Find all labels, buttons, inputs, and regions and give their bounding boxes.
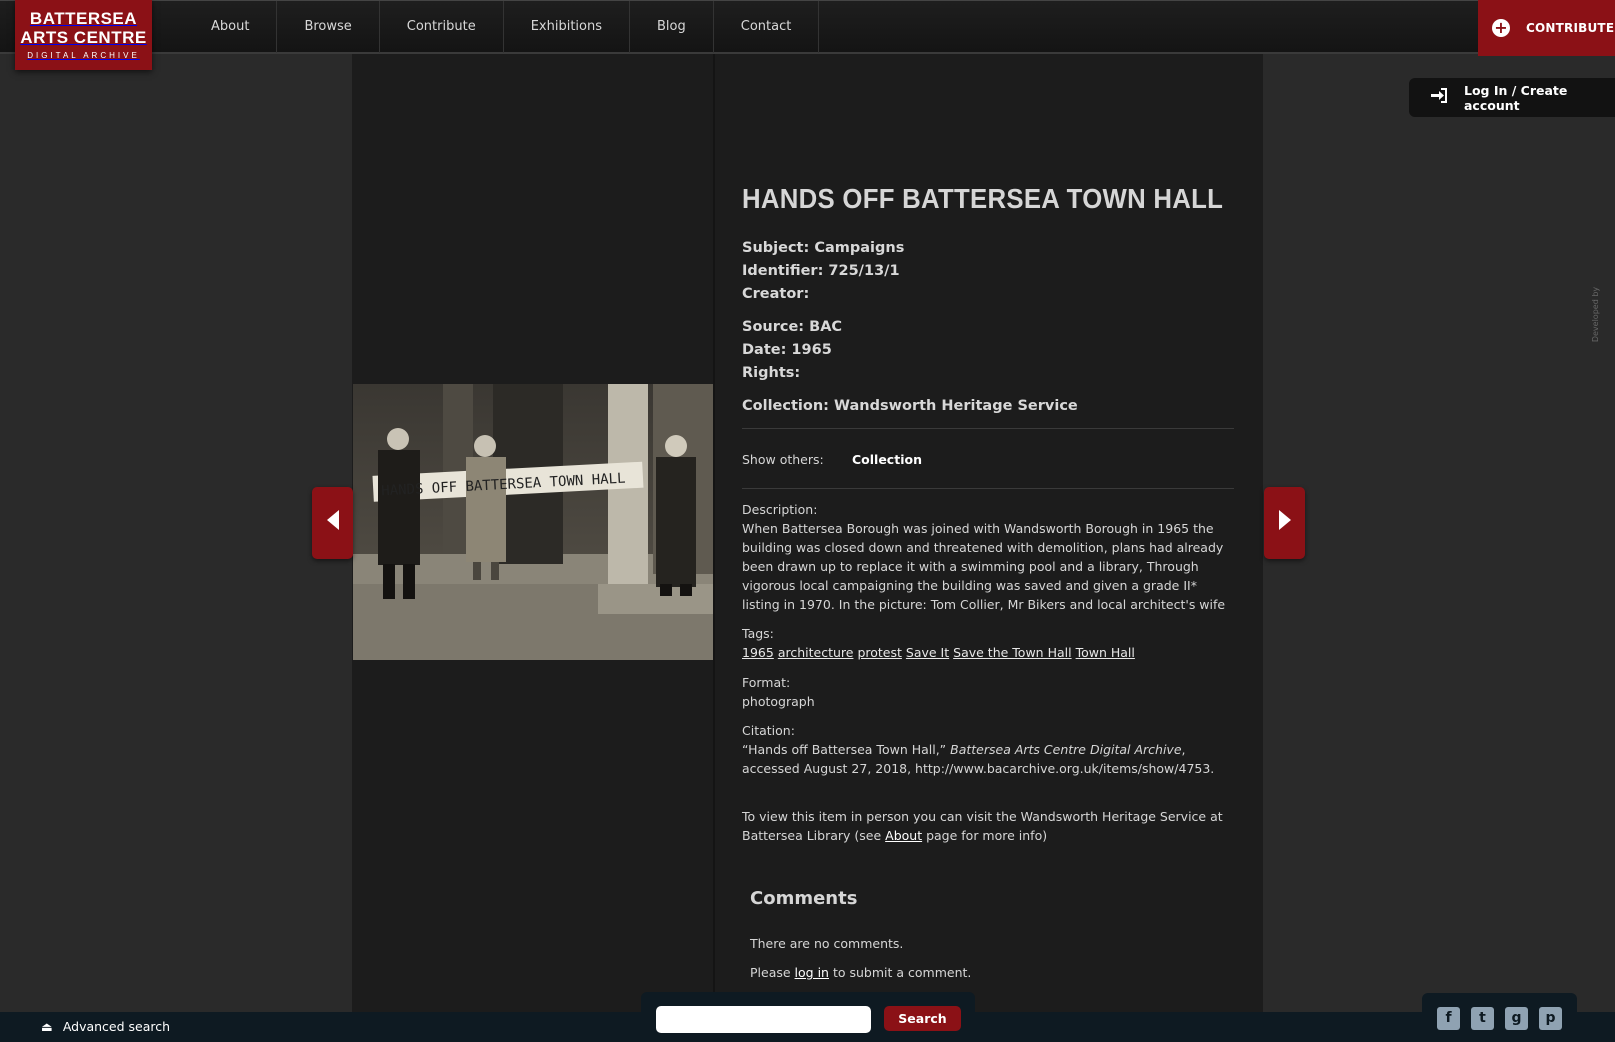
login-pre: Please [750, 965, 795, 980]
tag-link[interactable]: Save It [906, 645, 949, 660]
show-others-collection-link[interactable]: Collection [852, 450, 922, 469]
meta-identifier: Identifier: 725/13/1 [742, 263, 900, 279]
logo-line-3: DIGITAL ARCHIVE [27, 51, 140, 60]
divider [742, 428, 1234, 429]
visit-post: page for more info) [922, 828, 1048, 843]
facebook-icon[interactable]: f [1437, 1007, 1460, 1030]
google-plus-icon[interactable]: g [1505, 1007, 1528, 1030]
citation-text: “Hands off Battersea Town Hall,” Batters… [742, 740, 1234, 778]
meta-collection: Collection: Wandsworth Heritage Service [742, 398, 1078, 414]
meta-date: Date: 1965 [742, 342, 832, 358]
nav-browse[interactable]: Browse [277, 1, 380, 53]
tag-link[interactable]: protest [857, 645, 901, 660]
item-photograph[interactable]: HANDS OFF BATTERSEA TOWN HALL [353, 384, 713, 660]
show-others-label: Show others: [742, 452, 824, 467]
comments-heading: Comments [750, 888, 858, 909]
nav-exhibitions[interactable]: Exhibitions [504, 1, 630, 53]
login-label: Log In / Create account [1464, 82, 1568, 113]
item-title: HANDS OFF BATTERSEA TOWN HALL [742, 183, 1224, 214]
description-label: Description: [742, 502, 818, 517]
visit-info: To view this item in person you can visi… [742, 807, 1234, 845]
nav-contact[interactable]: Contact [714, 1, 820, 53]
tag-list: 1965 architecture protest Save It Save the T… [742, 643, 1139, 662]
no-comments-text: There are no comments. [750, 936, 904, 951]
login-post: to submit a comment. [828, 965, 972, 980]
eject-icon: ⏏ [41, 1019, 53, 1034]
advanced-search-label: Advanced search [62, 1019, 171, 1034]
tags-label: Tags: [742, 626, 774, 641]
format-value: photograph [742, 694, 815, 709]
plus-circle-icon: + [1492, 19, 1510, 37]
description-text: When Battersea Borough was joined with W… [742, 521, 1226, 612]
tag-link[interactable]: Save the Town Hall [953, 645, 1071, 660]
citation-label: Citation: [742, 723, 795, 738]
next-item-button[interactable] [1264, 487, 1305, 559]
nav-contribute[interactable]: Contribute [380, 1, 504, 53]
meta-creator: Creator: [742, 286, 810, 302]
login-button[interactable]: Log In / Create account [1409, 78, 1615, 117]
logo-line-1: BATTERSEA [29, 9, 138, 28]
developed-by-text: Developed by [1591, 286, 1601, 343]
meta-source: Source: BAC [742, 319, 843, 335]
tag-link[interactable]: Town Hall [1076, 645, 1135, 660]
meta-subject: Subject: Campaigns [742, 240, 905, 256]
meta-rights: Rights: [742, 365, 801, 381]
main-nav: About Browse Contribute Exhibitions Blog… [184, 1, 820, 53]
developed-by-mark: Developed by [1591, 210, 1612, 360]
logo-line-2: ARTS CENTRE [20, 28, 147, 47]
photo-man-right [656, 435, 696, 596]
citation-pre: “Hands off Battersea Town Hall,” [742, 742, 951, 757]
login-link[interactable]: log in [795, 965, 829, 980]
caret-right-icon [1278, 510, 1291, 536]
previous-item-button[interactable] [312, 487, 353, 559]
site-logo[interactable]: BATTERSEA ARTS CENTRE DIGITAL ARCHIVE [15, 0, 152, 70]
format-label: Format: [742, 675, 791, 690]
contribute-button[interactable]: + CONTRIBUTE [1478, 0, 1615, 56]
contribute-label: CONTRIBUTE [1526, 21, 1615, 35]
nav-blog[interactable]: Blog [630, 1, 714, 53]
top-navigation-bar: About Browse Contribute Exhibitions Blog… [0, 0, 1615, 54]
sign-in-icon [1431, 88, 1448, 107]
twitter-icon[interactable]: t [1471, 1007, 1494, 1030]
login-to-comment: Please log in to submit a comment. [750, 963, 971, 982]
advanced-search-link[interactable]: ⏏ Advanced search [41, 1019, 170, 1034]
tag-link[interactable]: 1965 [742, 645, 774, 660]
nav-about[interactable]: About [184, 1, 278, 53]
search-button[interactable]: Search [884, 1006, 961, 1031]
tag-link[interactable]: architecture [778, 645, 854, 660]
pinterest-icon[interactable]: p [1539, 1007, 1562, 1030]
about-link[interactable]: About [885, 828, 922, 843]
caret-left-icon [326, 510, 339, 536]
citation-italic: Battersea Arts Centre Digital Archive [950, 742, 1182, 757]
divider [742, 488, 1234, 489]
search-input[interactable] [656, 1006, 871, 1033]
